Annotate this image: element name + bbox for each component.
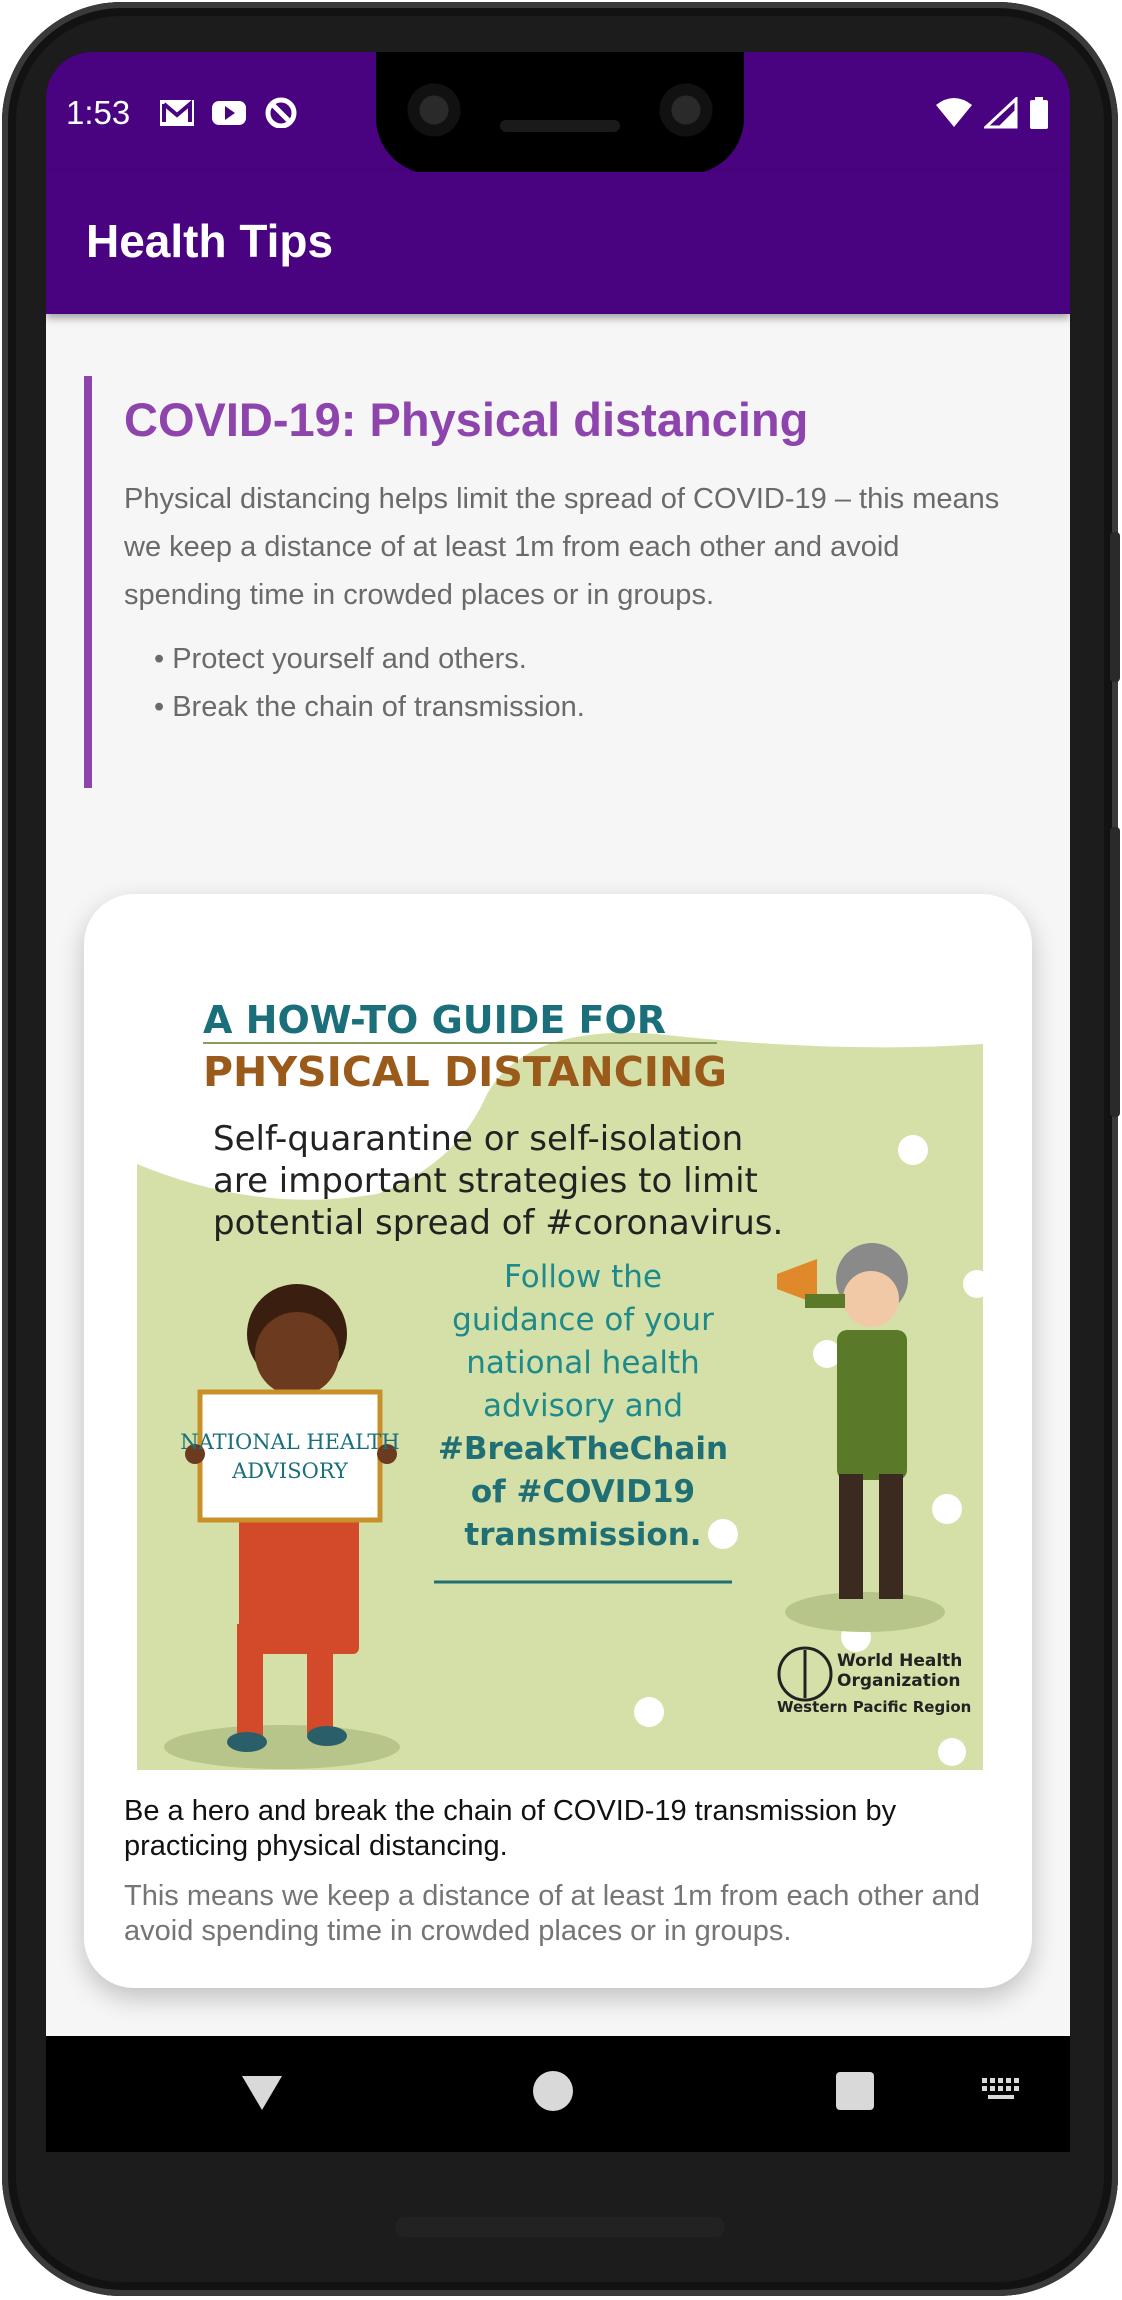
back-icon[interactable] (240, 2074, 284, 2117)
card-subcaption: This means we keep a distance of at leas… (124, 1880, 980, 1947)
camera-icon (658, 82, 714, 138)
tip-card[interactable]: A HOW-TO GUIDE FOR PHYSICAL DISTANCING S… (84, 894, 1032, 1988)
screen: 1:53 Health Tips COVID-19: Physical dist… (46, 52, 1070, 2152)
phone-frame: 1:53 Health Tips COVID-19: Physical dist… (2, 2, 1120, 2296)
navigation-bar (46, 2036, 1070, 2152)
content-scroll[interactable]: COVID-19: Physical distancing Physical d… (46, 314, 1070, 2036)
camera-icon (406, 82, 462, 138)
poster-guidance-4: advisory and (483, 1388, 683, 1424)
who-text-2: Organization (837, 1671, 961, 1691)
youtube-icon (210, 96, 248, 128)
gmail-icon (158, 96, 196, 128)
bullet-list: • Protect yourself and others. • Break t… (124, 635, 1034, 731)
do-not-disturb-icon (262, 96, 300, 129)
volume-button (1110, 827, 1120, 1117)
poster-heading-2: PHYSICAL DISTANCING (203, 1048, 727, 1096)
poster-image: A HOW-TO GUIDE FOR PHYSICAL DISTANCING S… (137, 954, 983, 1770)
article-title: COVID-19: Physical distancing (124, 393, 809, 446)
poster-guidance-1: Follow the (504, 1259, 662, 1295)
app-title: Health Tips (86, 215, 334, 267)
status-bar: 1:53 (46, 52, 1070, 174)
poster-guidance-3: national health (466, 1345, 700, 1381)
keyboard-icon[interactable] (980, 2076, 1022, 2109)
poster-intro-2: are important strategies to limit (213, 1161, 758, 1201)
card-caption: Be a hero and break the chain of COVID-1… (124, 1795, 897, 1862)
sign-text-2: ADVISORY (231, 1459, 349, 1483)
sign-text-1: NATIONAL HEALTH (180, 1430, 399, 1454)
recents-icon[interactable] (836, 2072, 874, 2110)
home-icon[interactable] (533, 2071, 573, 2111)
speaker-grille (395, 2217, 725, 2237)
app-bar: Health Tips (46, 172, 1070, 314)
who-text-1: World Health (837, 1651, 962, 1671)
poster-heading-1: A HOW-TO GUIDE FOR (203, 998, 666, 1042)
poster-guidance-2: guidance of your (452, 1302, 714, 1338)
list-item: • Protect yourself and others. (154, 643, 527, 675)
earpiece-speaker (500, 120, 620, 132)
cell-signal-icon (982, 95, 1018, 134)
wifi-icon (934, 97, 974, 134)
article-section: COVID-19: Physical distancing Physical d… (84, 376, 1034, 788)
article-body: Physical distancing helps limit the spre… (124, 483, 1000, 611)
poster-hashtag-1: #BreakTheChain (438, 1431, 728, 1467)
power-button (1110, 532, 1120, 682)
status-time: 1:53 (66, 94, 131, 131)
list-item: • Break the chain of transmission. (154, 691, 585, 723)
poster-hashtag-2: of #COVID19 (471, 1474, 695, 1510)
who-text-3: Western Pacific Region (777, 1698, 971, 1716)
poster-intro-1: Self-quarantine or self-isolation (213, 1119, 743, 1159)
poster-intro-3: potential spread of #coronavirus. (213, 1203, 783, 1243)
who-logo: World Health Organization Western Pacifi… (777, 1646, 971, 1716)
camera-notch (376, 52, 744, 174)
battery-icon (1028, 96, 1050, 135)
poster-hashtag-3: transmission. (464, 1517, 701, 1553)
